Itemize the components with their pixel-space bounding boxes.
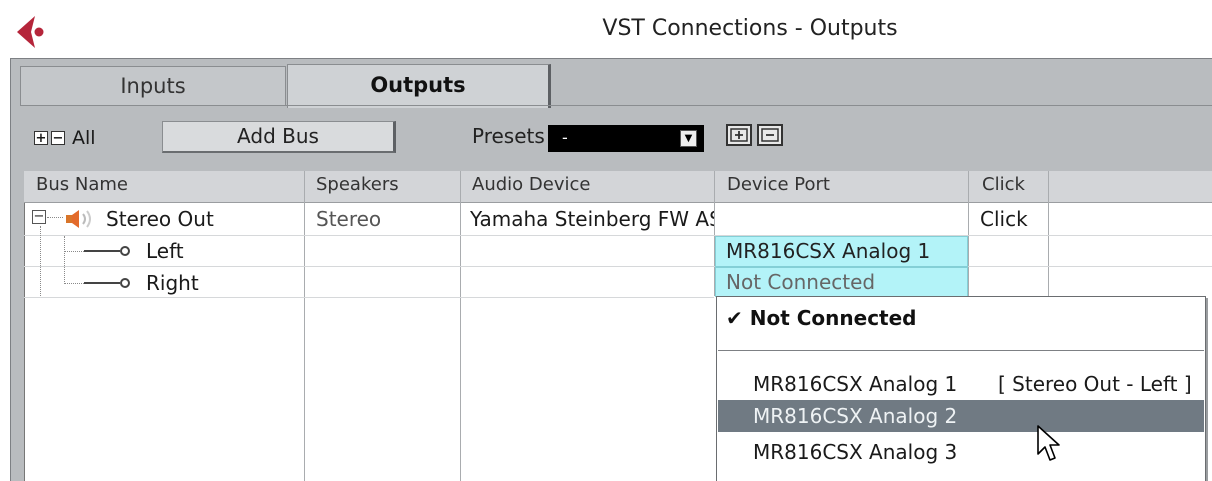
tree-connector [64,251,84,252]
click-cell[interactable]: Click [980,207,1028,231]
checkmark-icon: ✔ [726,306,743,330]
col-bus-name[interactable]: Bus Name [36,174,128,195]
col-speakers[interactable]: Speakers [316,174,399,195]
tab-inputs[interactable]: Inputs [20,66,286,106]
menu-item-analog-2[interactable]: MR816CSX Analog 2 [718,400,1204,432]
menu-item-analog-3[interactable]: MR816CSX Analog 3 [718,436,1204,468]
device-port-cell[interactable]: MR816CSX Analog 1 [715,236,968,267]
pin-stem [84,250,120,252]
speaker-icon [66,210,91,228]
channel-name-cell[interactable]: Right [146,271,199,295]
menu-item-assignment: [ Stereo Out - Left ] [998,372,1192,396]
row-divider [24,235,1212,236]
menu-separator [718,350,1204,351]
output-pin-icon [120,278,130,288]
channel-name-cell[interactable]: Left [146,239,184,263]
tree-connector [47,217,63,218]
device-port-cell[interactable]: Not Connected [715,267,968,297]
tab-divider [20,105,1212,106]
chevron-down-icon[interactable]: ▼ [680,130,697,147]
table-header [24,171,1212,203]
tab-outputs[interactable]: Outputs [287,64,551,108]
cursor-arrow-icon [1037,425,1060,461]
all-label: All [72,127,96,149]
menu-item-not-connected[interactable]: ✔ Not Connected [726,306,917,330]
speakers-cell[interactable]: Stereo [316,207,381,231]
column-divider [304,171,305,481]
bus-name-cell[interactable]: Stereo Out [106,207,214,231]
window-title: VST Connections - Outputs [602,16,898,41]
column-divider [968,171,969,296]
pin-stem [84,282,120,284]
column-divider [1048,171,1049,296]
menu-item-analog-1[interactable]: MR816CSX Analog 1 [ Stereo Out - Left ] [718,368,1204,400]
menu-item-label: MR816CSX Analog 2 [753,404,958,428]
output-pin-icon [120,246,130,256]
add-bus-button[interactable]: Add Bus [162,121,396,153]
menu-item-label: MR816CSX Analog 1 [753,372,958,396]
tree-connector [64,236,65,284]
col-device-port[interactable]: Device Port [727,174,830,195]
remove-preset-icon[interactable] [757,124,783,146]
store-preset-icon[interactable] [726,124,752,146]
column-divider [460,171,461,481]
expand-collapse-all: + − All [34,127,96,149]
row-divider [24,297,714,298]
col-audio-device[interactable]: Audio Device [472,174,590,195]
tree-connector [64,283,84,284]
menu-item-label: MR816CSX Analog 3 [753,440,958,464]
presets-label: Presets [472,124,545,148]
tree-connector [40,226,41,296]
collapse-node-icon[interactable]: − [32,210,46,224]
expand-all-icon[interactable]: + [34,131,48,145]
collapse-all-icon[interactable]: − [51,131,65,145]
col-click[interactable]: Click [982,174,1025,195]
audio-device-cell[interactable]: Yamaha Steinberg FW AS [470,207,714,231]
row-divider [24,266,1212,267]
